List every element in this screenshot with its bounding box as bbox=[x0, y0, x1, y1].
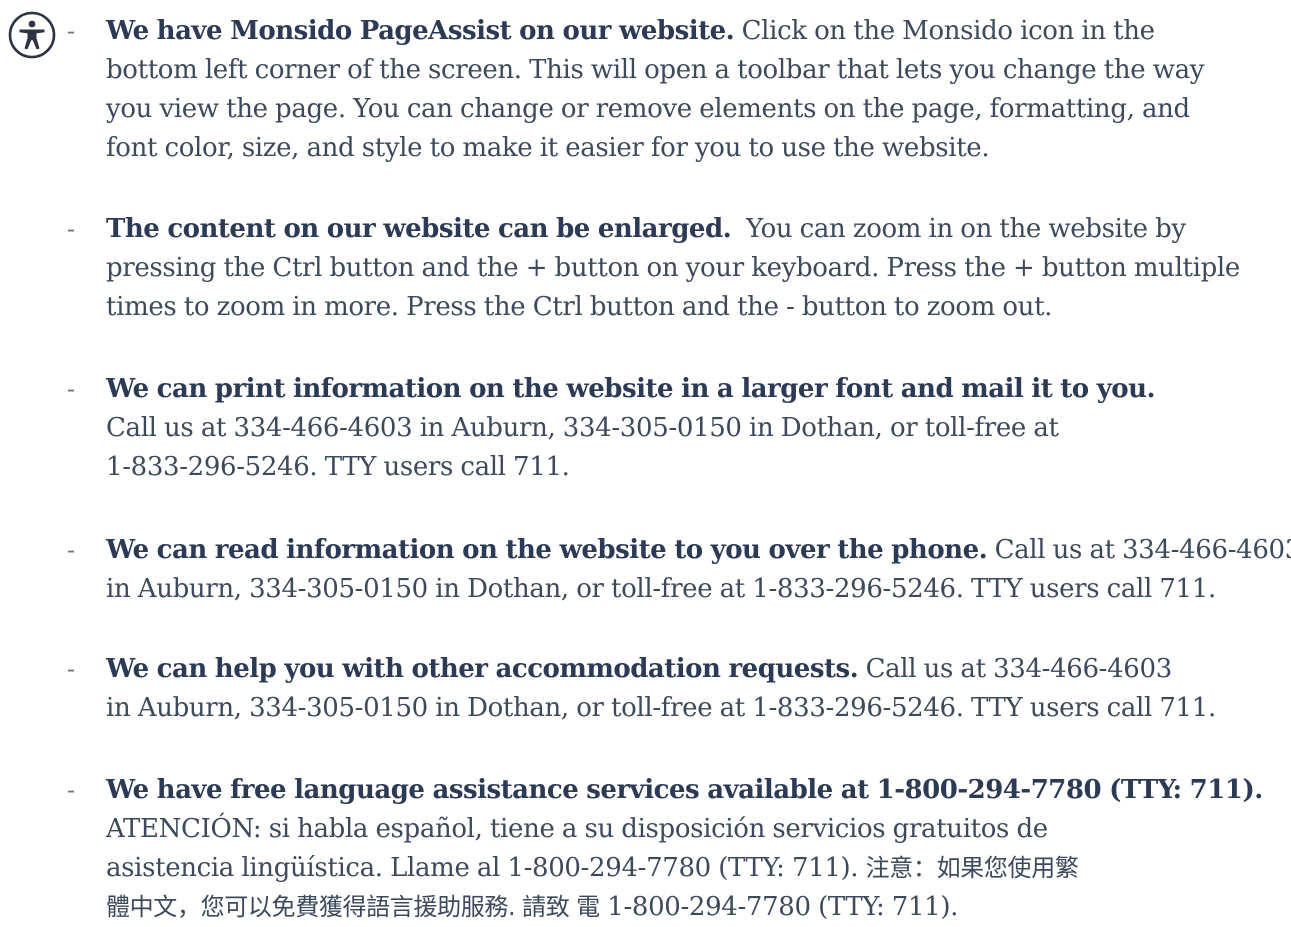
list-item-text: You can zoom in on the website by bbox=[731, 214, 1186, 244]
list-item-read: We can read information on the website t… bbox=[106, 531, 1291, 609]
list-item-line: asistencia lingüística. Llame al 1-800-2… bbox=[106, 849, 1286, 888]
list-dash: - bbox=[67, 375, 76, 403]
list-item-text: 1-800-294-7780 (TTY: 711). bbox=[599, 892, 959, 922]
list-item-heading: We can help you with other accommodation… bbox=[106, 654, 859, 684]
list-dash: - bbox=[67, 536, 76, 564]
list-item-heading: We have Monsido PageAssist on our websit… bbox=[106, 16, 735, 46]
list-dash: - bbox=[67, 17, 76, 45]
list-item-text-chinese: 注意：如果您使用繁 bbox=[865, 854, 1079, 882]
list-item-heading: We can print information on the website … bbox=[106, 374, 1156, 404]
list-item-text: font color, size, and style to make it e… bbox=[106, 133, 990, 163]
list-item-text: Call us at 334-466-4603 bbox=[858, 654, 1173, 684]
list-item-text: in Auburn, 334-305-0150 in Dothan, or to… bbox=[106, 574, 1216, 604]
list-item-heading: We have free language assistance service… bbox=[106, 775, 1263, 805]
list-item-text: Call us at 334-466-4603 bbox=[987, 535, 1291, 565]
list-item-text: bottom left corner of the screen. This w… bbox=[106, 55, 1205, 85]
list-item-line: We have Monsido PageAssist on our websit… bbox=[106, 12, 1286, 51]
list-item-text-chinese: 體中文，您可以免費獲得語言援助服務. 請致 電 bbox=[106, 893, 600, 921]
list-item-line: We can help you with other accommodation… bbox=[106, 650, 1286, 689]
list-item-enlarge: The content on our website can be enlarg… bbox=[106, 210, 1286, 327]
list-item-print: We can print information on the website … bbox=[106, 370, 1286, 487]
list-item-text: asistencia lingüística. Llame al 1-800-2… bbox=[106, 853, 866, 883]
accessibility-icon[interactable] bbox=[8, 11, 56, 59]
list-item-text: ATENCIÓN: si habla español, tiene a su d… bbox=[106, 814, 1048, 844]
list-dash: - bbox=[67, 215, 76, 243]
list-item-heading: The content on our website can be enlarg… bbox=[106, 214, 732, 244]
list-item-text: pressing the Ctrl button and the + butto… bbox=[106, 253, 1240, 283]
list-item-text: Call us at 334-466-4603 in Auburn, 334-3… bbox=[106, 413, 1059, 443]
list-item-language: We have free language assistance service… bbox=[106, 771, 1286, 927]
list-item-line: The content on our website can be enlarg… bbox=[106, 210, 1286, 249]
list-item-text: times to zoom in more. Press the Ctrl bu… bbox=[106, 292, 1053, 322]
list-item-heading: We can read information on the website t… bbox=[106, 535, 988, 565]
list-item-accommodation: We can help you with other accommodation… bbox=[106, 650, 1286, 728]
list-item-text: Click on the Monsido icon in the bbox=[734, 16, 1155, 46]
list-item-text: 1-833-296-5246. TTY users call 711. bbox=[106, 452, 570, 482]
list-item-text: in Auburn, 334-305-0150 in Dothan, or to… bbox=[106, 693, 1216, 723]
list-dash: - bbox=[67, 776, 76, 804]
list-item-line: We can read information on the website t… bbox=[106, 531, 1291, 570]
list-item-text: you view the page. You can change or rem… bbox=[106, 94, 1190, 124]
list-dash: - bbox=[67, 655, 76, 683]
list-item-pageassist: We have Monsido PageAssist on our websit… bbox=[106, 12, 1286, 168]
list-item-line: 體中文，您可以免費獲得語言援助服務. 請致 電 1-800-294-7780 (… bbox=[106, 888, 1286, 927]
